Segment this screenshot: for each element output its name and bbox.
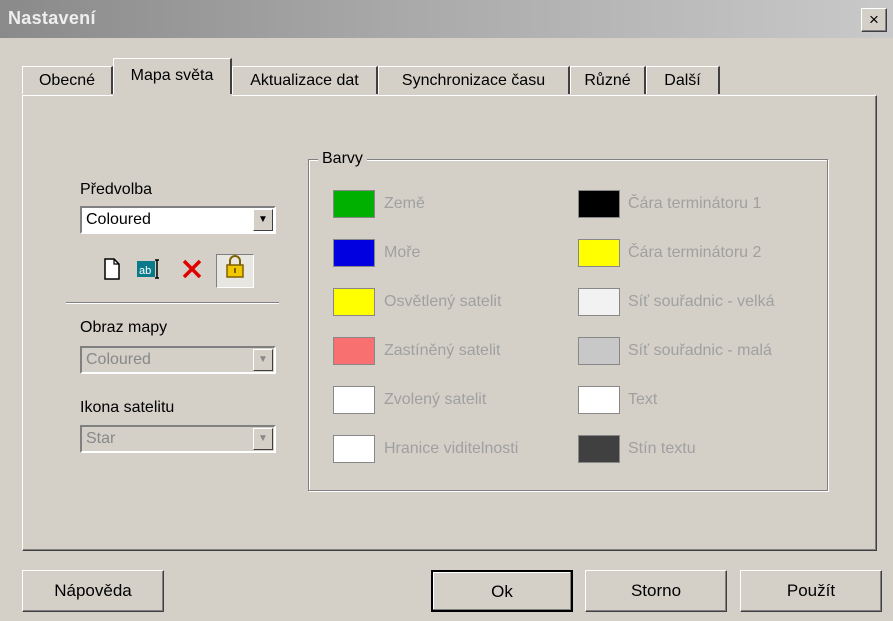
help-button[interactable]: Nápověda xyxy=(22,570,164,612)
cancel-button[interactable]: Storno xyxy=(585,570,727,612)
close-button[interactable]: × xyxy=(861,8,887,32)
tab-obecne[interactable]: Obecné xyxy=(22,66,113,94)
tab-aktualizace-dat[interactable]: Aktualizace dat xyxy=(232,66,378,94)
ok-button[interactable]: Ok xyxy=(431,570,573,612)
tab-panel xyxy=(22,95,877,551)
tab-dalsi[interactable]: Další xyxy=(646,66,720,94)
tab-synchronizace-casu[interactable]: Synchronizace času xyxy=(378,66,570,94)
title-bar: Nastavení × xyxy=(0,0,893,38)
tab-ruzne[interactable]: Různé xyxy=(570,66,646,94)
tab-mapa-sveta[interactable]: Mapa světa xyxy=(113,58,232,96)
active-tab-join xyxy=(113,94,232,97)
apply-button[interactable]: Použít xyxy=(740,570,882,612)
window-title: Nastavení xyxy=(8,8,96,28)
